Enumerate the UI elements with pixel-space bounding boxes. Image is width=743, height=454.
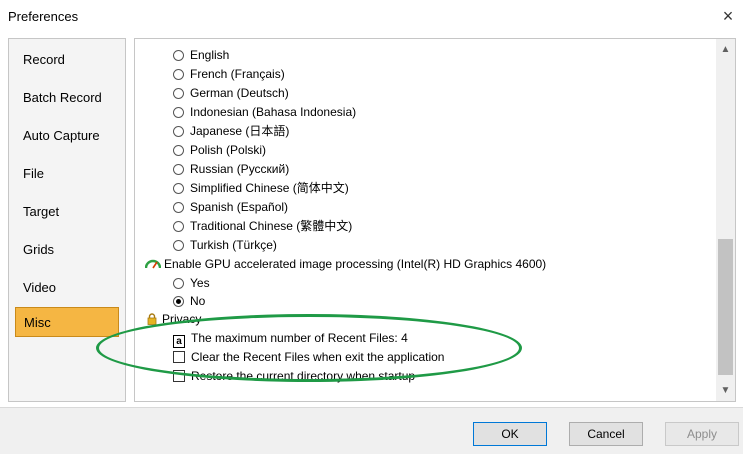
checkbox[interactable] xyxy=(173,370,185,382)
title-bar: Preferences × xyxy=(0,0,743,32)
radio-button[interactable] xyxy=(173,145,184,156)
language-option[interactable]: German (Deutsch) xyxy=(173,84,289,102)
radio-button[interactable] xyxy=(173,107,184,118)
language-option[interactable]: English xyxy=(173,46,229,64)
sidebar-item-record[interactable]: Record xyxy=(15,45,119,75)
gpu-setting-label: Enable GPU accelerated image processing … xyxy=(145,255,546,273)
radio-button[interactable] xyxy=(173,221,184,232)
scroll-down-icon[interactable]: ▼ xyxy=(716,382,735,399)
gpu-option-no[interactable]: No xyxy=(173,292,205,310)
restore-directory-option[interactable]: Restore the current directory when start… xyxy=(173,367,415,385)
close-icon[interactable]: × xyxy=(713,0,743,32)
clear-recent-files-option[interactable]: Clear the Recent Files when exit the app… xyxy=(173,348,444,366)
radio-button-selected[interactable] xyxy=(173,296,184,307)
radio-button[interactable] xyxy=(173,50,184,61)
max-recent-files-setting[interactable]: a The maximum number of Recent Files: 4 xyxy=(173,329,408,348)
sidebar-item-target[interactable]: Target xyxy=(15,197,119,227)
lock-icon xyxy=(147,313,157,325)
radio-button[interactable] xyxy=(173,126,184,137)
category-sidebar: Record Batch Record Auto Capture File Ta… xyxy=(8,38,126,402)
language-option[interactable]: Turkish (Türkçe) xyxy=(173,236,277,254)
radio-button[interactable] xyxy=(173,183,184,194)
gpu-gauge-icon xyxy=(145,259,161,269)
sidebar-item-file[interactable]: File xyxy=(15,159,119,189)
radio-button[interactable] xyxy=(173,69,184,80)
language-option[interactable]: Indonesian (Bahasa Indonesia) xyxy=(173,103,356,121)
sidebar-item-misc[interactable]: Misc xyxy=(15,307,119,337)
scrollbar-thumb[interactable] xyxy=(718,239,733,375)
ok-button[interactable]: OK xyxy=(473,422,547,446)
window-title: Preferences xyxy=(8,9,79,24)
radio-button[interactable] xyxy=(173,164,184,175)
checkbox[interactable] xyxy=(173,351,185,363)
settings-list: English French (Français) German (Deutsc… xyxy=(135,39,715,401)
sidebar-item-grids[interactable]: Grids xyxy=(15,235,119,265)
sidebar-item-video[interactable]: Video xyxy=(15,273,119,303)
radio-button[interactable] xyxy=(173,278,184,289)
settings-panel: English French (Français) German (Deutsc… xyxy=(134,38,736,402)
cancel-button[interactable]: Cancel xyxy=(569,422,643,446)
language-option[interactable]: Simplified Chinese (简体中文) xyxy=(173,179,349,197)
apply-button[interactable]: Apply xyxy=(665,422,739,446)
radio-button[interactable] xyxy=(173,240,184,251)
sidebar-item-auto-capture[interactable]: Auto Capture xyxy=(15,121,119,151)
language-option[interactable]: French (Français) xyxy=(173,65,285,83)
radio-button[interactable] xyxy=(173,88,184,99)
vertical-scrollbar[interactable]: ▲ ▼ xyxy=(716,39,735,401)
language-option[interactable]: Traditional Chinese (繁體中文) xyxy=(173,217,352,235)
scroll-up-icon[interactable]: ▲ xyxy=(716,41,735,58)
gpu-option-yes[interactable]: Yes xyxy=(173,274,210,292)
radio-button[interactable] xyxy=(173,202,184,213)
privacy-section-label: Privacy xyxy=(147,310,201,328)
language-option[interactable]: Spanish (Español) xyxy=(173,198,288,216)
dialog-footer: OK Cancel Apply xyxy=(0,407,743,454)
sidebar-item-batch-record[interactable]: Batch Record xyxy=(15,83,119,113)
language-option[interactable]: Polish (Polski) xyxy=(173,141,266,159)
language-option[interactable]: Japanese (日本語) xyxy=(173,122,289,140)
language-option[interactable]: Russian (Русский) xyxy=(173,160,289,178)
text-value-icon: a xyxy=(173,335,185,348)
